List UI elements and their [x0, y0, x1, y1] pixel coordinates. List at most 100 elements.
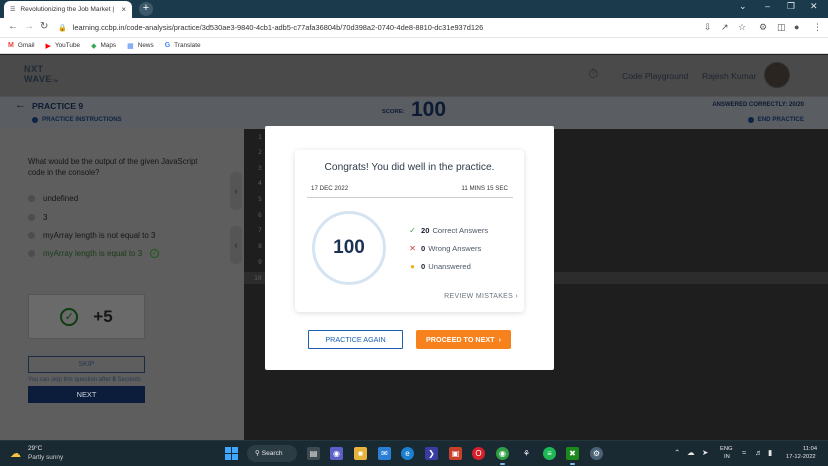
file-explorer-icon[interactable]: ■	[354, 447, 367, 460]
option-3[interactable]: 3	[28, 213, 47, 222]
option-not-equal[interactable]: myArray length is not equal to 3	[28, 231, 156, 240]
location-icon[interactable]: ➤	[702, 448, 708, 457]
chrome-icon[interactable]: ◉	[496, 447, 509, 465]
skip-button[interactable]: SKIP	[28, 356, 145, 373]
chevron-right-icon: ›	[515, 293, 518, 300]
settings-icon[interactable]: ⚙	[590, 447, 603, 460]
line-number: 3	[258, 164, 262, 172]
taskbar-search[interactable]: ⚲ Search	[247, 445, 297, 462]
mail-icon[interactable]: ✉	[378, 447, 391, 460]
next-button[interactable]: NEXT	[28, 386, 145, 403]
clock-date[interactable]: 17-12-2022	[786, 454, 816, 460]
line-gutter: 1 2 3 4 5 6 7 8 9 10	[244, 129, 264, 440]
xbox-icon[interactable]: ✖	[566, 447, 579, 465]
info-icon	[32, 116, 38, 123]
stat-correct: ✓ 20 Correct Answers	[408, 226, 488, 235]
logo-line1: NXT	[24, 64, 44, 74]
radio-icon	[28, 232, 35, 239]
onedrive-icon[interactable]: ☁	[687, 448, 695, 457]
nxtwave-logo[interactable]: NXT WAVETM	[24, 64, 59, 86]
teams-icon[interactable]: ◉	[330, 447, 343, 460]
bookmark-translate[interactable]: G Translate	[165, 42, 201, 49]
tab-close-icon[interactable]: ×	[121, 5, 126, 14]
bookmark-label: News	[137, 42, 154, 49]
volume-icon[interactable]: ♬	[755, 448, 763, 457]
stat-label: Unanswered	[428, 262, 471, 271]
expand-handle-right[interactable]: ›	[230, 172, 242, 210]
translate-icon: G	[164, 42, 171, 49]
battery-icon[interactable]: ▮	[768, 448, 772, 457]
line-number: 4	[258, 179, 262, 187]
practice-again-button[interactable]: PRACTICE AGAIN	[308, 330, 403, 349]
avatar[interactable]	[764, 62, 790, 88]
info-icon	[747, 116, 754, 123]
practice-instructions-label: PRACTICE INSTRUCTIONS	[42, 116, 122, 123]
bookmark-label: YouTube	[54, 42, 81, 49]
share-icon[interactable]: ↗	[721, 22, 729, 33]
spotify-icon[interactable]: ≡	[543, 447, 556, 460]
language-code[interactable]: ENG	[720, 446, 733, 452]
side-panel-icon[interactable]: ◫	[777, 22, 786, 33]
timer-icon[interactable]: ⏱	[588, 66, 598, 82]
steam-icon[interactable]: ⚘	[520, 447, 533, 460]
menu-kebab-icon[interactable]: ⋮	[813, 22, 822, 33]
bookmark-label: Gmail	[17, 42, 35, 49]
weather-desc[interactable]: Partly sunny	[28, 454, 63, 461]
reload-icon[interactable]: ↻	[40, 21, 48, 32]
browser-tab[interactable]: ☰ Revolutionizing the Job Market | ×	[4, 1, 132, 18]
results-card: Congrats! You did well in the practice. …	[295, 150, 524, 312]
url-field[interactable]: 🔒 learning.ccbp.in/code-analysis/practice…	[58, 21, 698, 35]
minimize-icon[interactable]: –	[765, 1, 770, 11]
new-tab-button[interactable]: +	[139, 2, 153, 16]
bookmark-news[interactable]: ▦ News	[127, 42, 154, 50]
forward-icon[interactable]: →	[24, 21, 34, 32]
radio-icon	[28, 250, 35, 257]
practice-duration: 11 MINS 15 SEC	[461, 185, 508, 192]
tab-search-chevron-icon[interactable]: ⌄	[739, 1, 747, 12]
wifi-icon[interactable]: ≈	[742, 448, 746, 457]
practice-instructions-link[interactable]: PRACTICE INSTRUCTIONS	[32, 116, 122, 123]
tab-title: Revolutionizing the Job Market |	[20, 6, 115, 13]
logo-tm: TM	[51, 78, 59, 83]
expand-handle-left[interactable]: ‹	[230, 226, 242, 264]
dot-icon: ●	[410, 262, 415, 271]
lock-icon: 🔒	[58, 25, 67, 32]
search-label: Search	[261, 450, 283, 457]
back-arrow-icon[interactable]: ←	[15, 99, 26, 111]
review-mistakes-link[interactable]: REVIEW MISTAKES ›	[444, 293, 518, 300]
back-icon[interactable]: ←	[8, 21, 18, 32]
install-icon[interactable]: ⇩	[704, 22, 712, 33]
language-region[interactable]: IN	[724, 454, 730, 460]
youtube-icon: ▶	[45, 42, 51, 50]
weather-sun-icon[interactable]: ☁	[10, 447, 21, 460]
points-earned: +5	[93, 306, 113, 326]
bookmark-star-icon[interactable]: ☆	[738, 22, 746, 33]
nxtwave-favicon-icon: ☰	[10, 7, 16, 13]
vscode-icon[interactable]: ❯	[425, 447, 438, 460]
bookmark-youtube[interactable]: ▶ YouTube	[46, 42, 81, 50]
weather-temp[interactable]: 29°C	[28, 445, 42, 452]
address-bar: ← → ↻ 🔒 learning.ccbp.in/code-analysis/pr…	[0, 18, 828, 38]
edge-icon[interactable]: e	[401, 447, 414, 460]
option-undefined[interactable]: undefined	[28, 194, 78, 203]
tray-chevron-icon[interactable]: ⌃	[674, 448, 680, 457]
proceed-to-next-button[interactable]: PROCEED TO NEXT ›	[416, 330, 511, 349]
bookmark-maps[interactable]: ◆ Maps	[91, 42, 116, 50]
clock-time[interactable]: 11:04	[803, 446, 817, 452]
review-mistakes-label: REVIEW MISTAKES	[444, 293, 514, 300]
close-window-icon[interactable]: ✕	[810, 1, 818, 12]
opera-icon[interactable]: O	[472, 447, 485, 460]
start-button[interactable]	[225, 447, 238, 460]
practice-date: 17 DEC 2022	[311, 185, 349, 192]
bookmark-gmail[interactable]: M Gmail	[8, 42, 35, 49]
restore-icon[interactable]: ❐	[787, 1, 795, 12]
end-practice-button[interactable]: END PRACTICE	[747, 116, 804, 123]
extensions-icon[interactable]: ⚙	[759, 22, 767, 33]
profile-icon[interactable]: ●	[794, 22, 799, 32]
office-icon[interactable]: ▣	[449, 447, 462, 460]
code-playground-link[interactable]: Code Playground	[622, 71, 688, 81]
option-equal[interactable]: myArray length is equal to 3 ✓	[28, 249, 160, 258]
results-modal: Congrats! You did well in the practice. …	[265, 126, 554, 370]
user-name[interactable]: Rajesh Kumar	[702, 71, 756, 81]
task-view-icon[interactable]: ▤	[307, 447, 320, 460]
